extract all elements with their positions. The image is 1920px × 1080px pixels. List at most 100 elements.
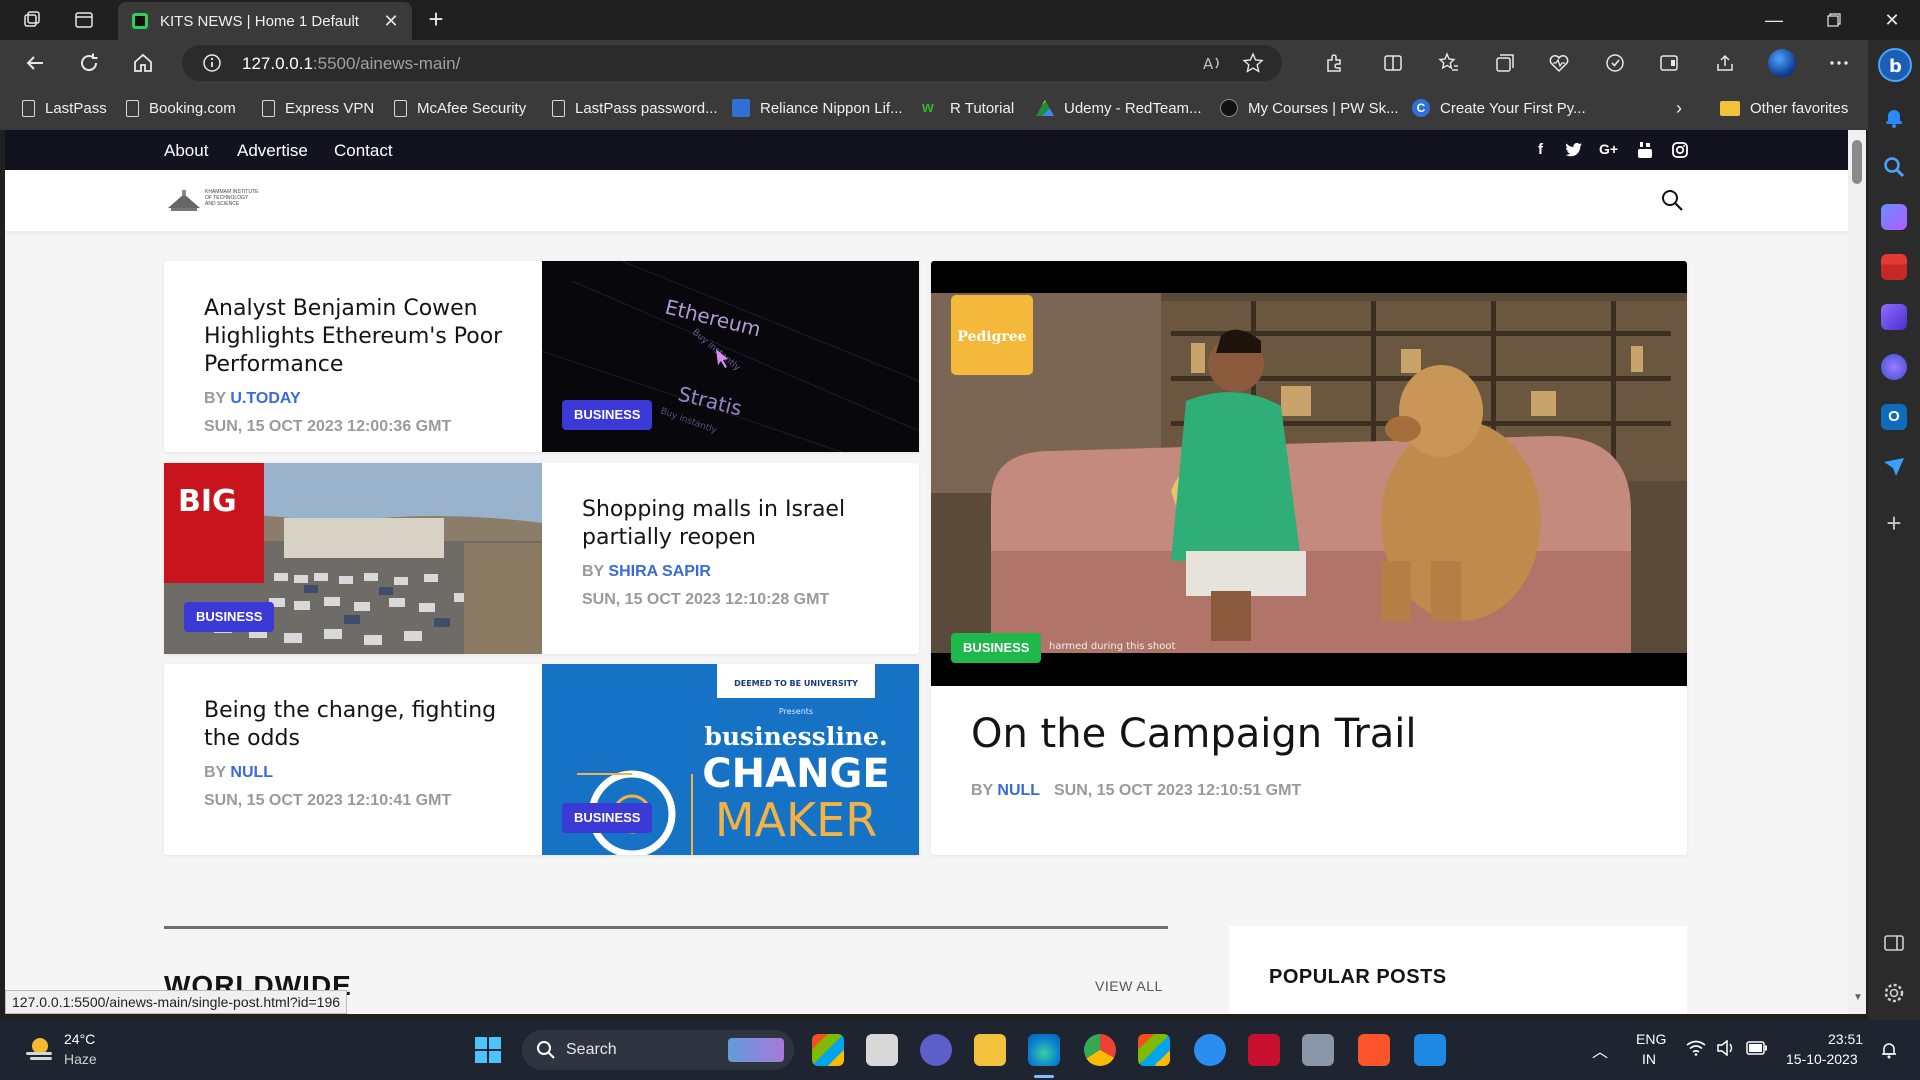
other-favorites-folder[interactable]: Other favorites (1720, 98, 1848, 118)
teams-chat-icon[interactable] (920, 1034, 952, 1066)
outlook-icon[interactable]: O (1881, 404, 1907, 430)
post-image-ethereum[interactable]: Ethereum Buy instantly Stratis Buy insta… (542, 261, 919, 452)
favorite-item-expressvpn[interactable]: Express VPN (262, 98, 374, 118)
sidebar-toggle-icon[interactable] (1652, 47, 1686, 79)
language-code[interactable]: ENG (1636, 1031, 1666, 1047)
browser-essentials-icon[interactable] (1542, 47, 1576, 79)
minimize-button[interactable]: — (1746, 0, 1802, 40)
post-title[interactable]: Being the change, fighting the odds (204, 697, 504, 753)
address-bar[interactable]: 127.0.0.1:5500/ainews-main/ A (182, 45, 1282, 81)
favorite-item-reliance[interactable]: Reliance Nippon Lif... (732, 98, 903, 118)
post-card[interactable]: BIG BUSINESS Shopping malls in Israel pa… (164, 463, 919, 654)
split-screen-icon[interactable] (1376, 47, 1410, 79)
restore-button[interactable] (1806, 0, 1862, 40)
nav-link-about[interactable]: About (164, 141, 208, 161)
favorite-item-lastpass[interactable]: LastPass (22, 98, 107, 118)
workspaces-icon[interactable] (12, 4, 52, 36)
battery-icon[interactable] (1746, 1041, 1768, 1055)
category-badge[interactable]: BUSINESS (562, 803, 653, 833)
tab-actions-icon[interactable] (64, 4, 104, 36)
clock-date[interactable]: 15-10-2023 (1786, 1051, 1858, 1067)
scroll-down-arrow-icon[interactable]: ▼ (1853, 992, 1863, 1003)
more-options-icon[interactable] (1822, 47, 1856, 79)
tools-icon[interactable] (1881, 254, 1907, 280)
post-author[interactable]: SHIRA SAPIR (608, 563, 711, 580)
microsoft-store-icon[interactable] (1138, 1034, 1170, 1066)
favorite-item-lastpass-password[interactable]: LastPass password... (552, 98, 718, 118)
post-card[interactable]: Being the change, fighting the odds BY N… (164, 664, 919, 855)
post-image-businessline[interactable]: DEEMED TO BE UNIVERSITY Presents busines… (542, 664, 919, 855)
add-icon[interactable]: + (1881, 510, 1907, 536)
favorite-item-mcafee[interactable]: McAfee Security (394, 98, 526, 118)
read-aloud-icon[interactable]: A (1202, 52, 1224, 74)
vscode-icon[interactable] (1414, 1034, 1446, 1066)
chrome-icon[interactable] (1084, 1034, 1116, 1066)
volume-icon[interactable] (1716, 1040, 1736, 1056)
site-info-icon[interactable] (202, 53, 222, 73)
category-badge[interactable]: BUSINESS (951, 633, 1042, 663)
site-logo[interactable]: KHAMMAM INSTITUTE OF TECHNOLOGY AND SCIE… (165, 186, 258, 214)
help-icon[interactable] (1194, 1034, 1226, 1066)
camera-icon[interactable] (1302, 1034, 1334, 1066)
chevron-right-icon[interactable]: › (1676, 98, 1682, 118)
notification-icon[interactable] (1880, 1041, 1898, 1059)
tab-close-icon[interactable]: ✕ (380, 10, 402, 32)
post-author[interactable]: NULL (230, 764, 273, 781)
copilot-preview-app-icon[interactable] (812, 1034, 844, 1066)
nav-link-advertise[interactable]: Advertise (237, 141, 308, 161)
search-icon[interactable] (1660, 188, 1684, 212)
instagram-icon[interactable] (1672, 142, 1688, 158)
brave-icon[interactable] (1358, 1034, 1390, 1066)
search-sidebar-icon[interactable] (1881, 154, 1907, 180)
twitter-icon[interactable] (1565, 142, 1583, 158)
settings-gear-icon[interactable] (1881, 980, 1907, 1006)
games-icon[interactable] (1881, 304, 1907, 330)
favorite-item-booking[interactable]: Booking.com (126, 98, 236, 118)
microsoft-365-icon[interactable] (1881, 354, 1907, 380)
language-region[interactable]: IN (1642, 1051, 1656, 1067)
favorite-item-r-tutorial[interactable]: w R Tutorial (922, 98, 1014, 118)
shopping-icon[interactable] (1881, 204, 1907, 230)
post-author[interactable]: U.TODAY (230, 390, 300, 407)
featured-image[interactable]: Pedigree harmed during this shoot BUSINE… (931, 261, 1687, 686)
active-tab[interactable]: KITS NEWS | Home 1 Default ✕ (118, 2, 412, 40)
chevron-up-icon[interactable]: ︿ (1592, 1038, 1608, 1062)
post-image-mall[interactable]: BIG BUSINESS (164, 463, 542, 654)
task-view-icon[interactable] (866, 1034, 898, 1066)
category-badge[interactable]: BUSINESS (184, 602, 275, 632)
refresh-icon[interactable] (72, 47, 106, 79)
notification-bell-icon[interactable] (1881, 104, 1907, 130)
favorites-icon[interactable] (1432, 47, 1466, 79)
edge-browser-icon[interactable] (1028, 1034, 1060, 1066)
post-title[interactable]: Shopping malls in Israel partially reope… (582, 496, 882, 552)
nav-link-contact[interactable]: Contact (334, 141, 393, 161)
taskbar-search-box[interactable]: Search (522, 1030, 794, 1070)
facebook-icon[interactable]: f (1538, 141, 1543, 158)
featured-author[interactable]: NULL (997, 782, 1040, 799)
google-plus-icon[interactable]: G+ (1599, 141, 1618, 157)
favorite-item-udemy[interactable]: Udemy - RedTeam... (1036, 98, 1202, 118)
hide-sidebar-icon[interactable] (1881, 930, 1907, 956)
mcafee-icon[interactable] (1248, 1034, 1280, 1066)
close-window-button[interactable]: ✕ (1864, 0, 1920, 40)
featured-post-card[interactable]: Pedigree harmed during this shoot BUSINE… (931, 261, 1687, 855)
favorite-item-create-python[interactable]: C Create Your First Py... (1412, 98, 1586, 118)
post-card[interactable]: Analyst Benjamin Cowen Highlights Ethere… (164, 261, 919, 452)
file-explorer-icon[interactable] (974, 1034, 1006, 1066)
new-tab-button[interactable]: + (422, 6, 450, 34)
copilot-icon[interactable]: b (1878, 48, 1912, 82)
page-scrollbar[interactable]: ▼ (1848, 130, 1866, 1014)
extensions-icon[interactable] (1318, 47, 1352, 79)
collections-icon[interactable] (1488, 47, 1522, 79)
wifi-icon[interactable] (1686, 1040, 1706, 1056)
performance-icon[interactable] (1598, 47, 1632, 79)
favorite-item-pw-skills[interactable]: My Courses | PW Sk... (1220, 98, 1399, 118)
scrollbar-thumb[interactable] (1852, 140, 1862, 184)
view-all-link[interactable]: VIEW ALL (1095, 978, 1163, 994)
featured-title[interactable]: On the Campaign Trail (971, 711, 1417, 757)
clock-time[interactable]: 23:51 (1828, 1031, 1863, 1047)
windows-start-icon[interactable] (474, 1036, 502, 1064)
post-title[interactable]: Analyst Benjamin Cowen Highlights Ethere… (204, 295, 514, 379)
home-icon[interactable] (126, 47, 160, 79)
send-icon[interactable] (1881, 454, 1907, 480)
